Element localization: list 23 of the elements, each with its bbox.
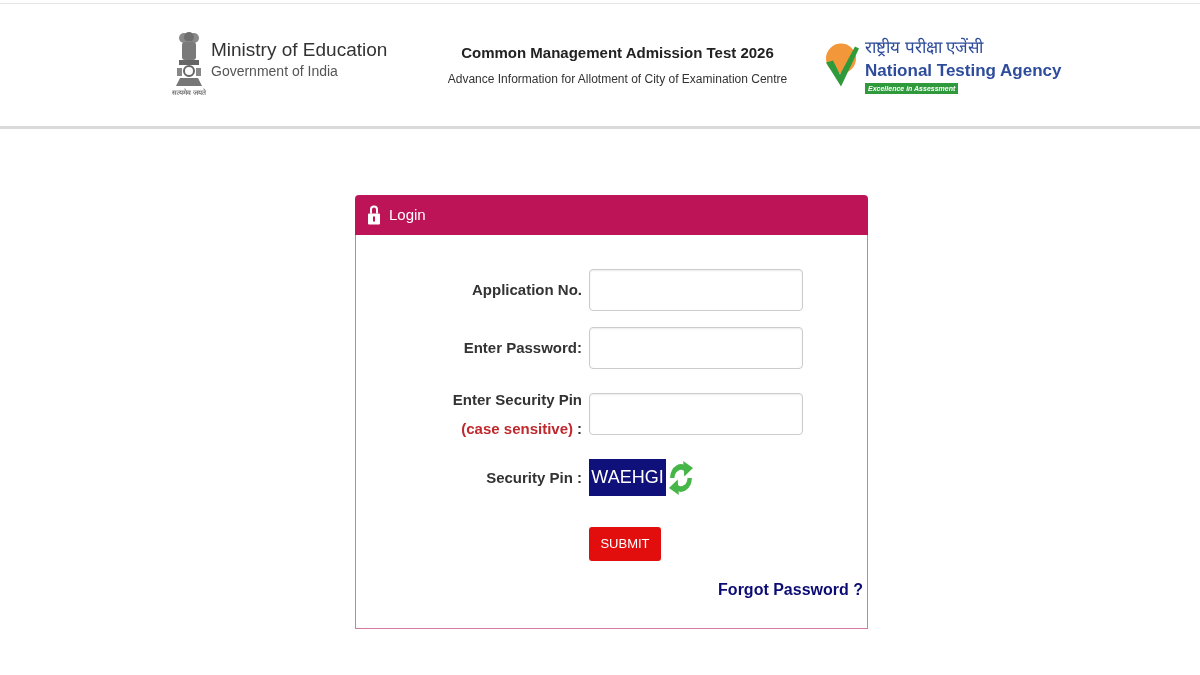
- field-label: Enter Password:: [463, 339, 582, 356]
- input-field[interactable]: [589, 393, 803, 435]
- input-field[interactable]: [589, 269, 803, 311]
- field-label: Security Pin :: [486, 468, 582, 486]
- agency-hindi-name: राष्ट्रीय परीक्षा एजेंसी: [865, 36, 984, 59]
- captcha-code: WAEHGI: [589, 459, 666, 496]
- ministry-subtitle: Government of India: [211, 62, 339, 80]
- input-field[interactable]: [589, 327, 803, 369]
- refresh-icon[interactable]: [669, 460, 693, 495]
- case-sensitive-note: (case sensitive): [461, 419, 573, 439]
- ministry-title: Ministry of Education: [211, 38, 388, 62]
- exam-subtitle: Advance Information for Allotment of City of Examination Centre: [447, 71, 788, 87]
- field-label: Enter Security Pin: [452, 391, 582, 408]
- exam-title: Common Management Admission Test 2026: [461, 43, 774, 63]
- label-colon: :: [577, 419, 582, 439]
- panel-title: Login: [389, 205, 426, 225]
- check-mark-logo-icon: [825, 41, 859, 89]
- emblem-icon: [176, 32, 202, 86]
- lock-icon: [368, 205, 380, 225]
- submit-button[interactable]: SUBMIT: [589, 527, 661, 561]
- field-label: Application No.: [472, 281, 582, 298]
- forgot-password-link[interactable]: Forgot Password ?: [718, 580, 863, 600]
- agency-name: National Testing Agency: [865, 60, 1062, 82]
